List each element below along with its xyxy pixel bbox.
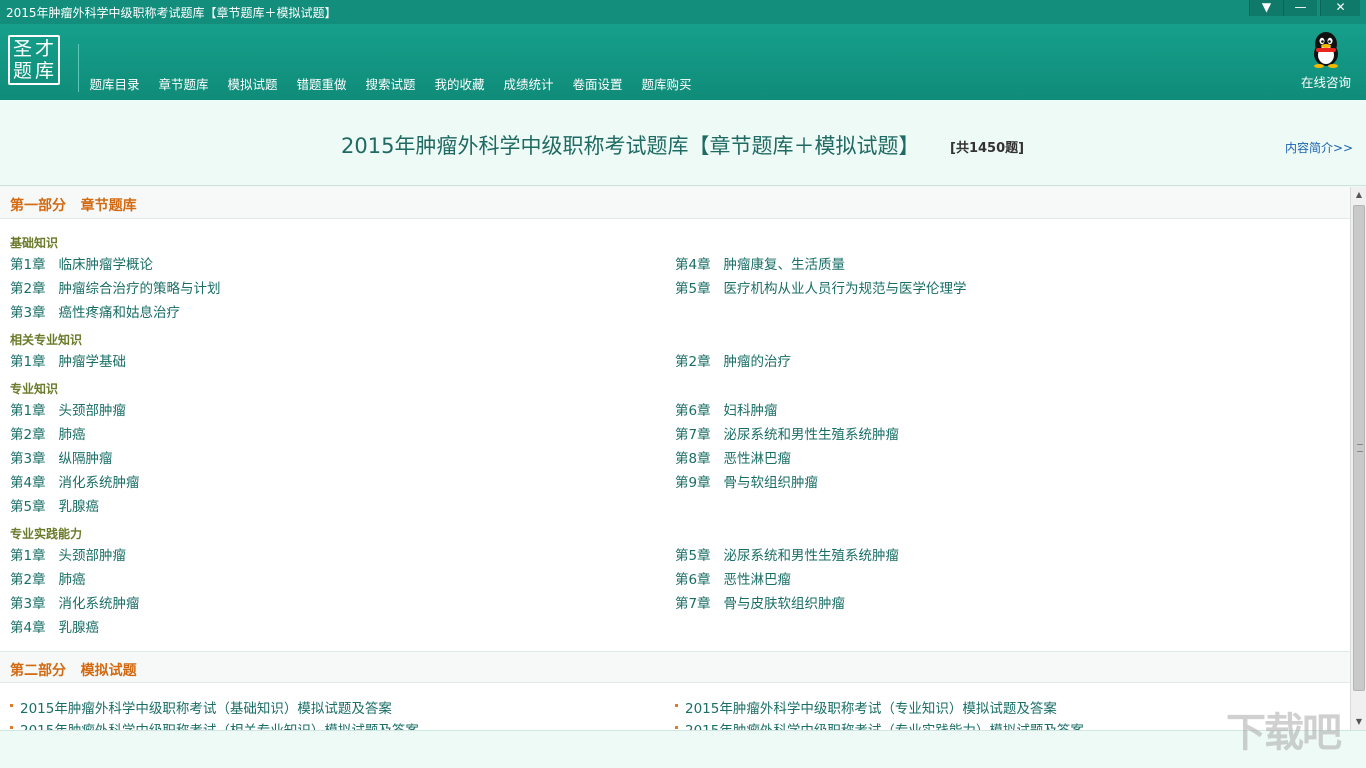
online-consult-label: 在线咨询 [1300, 75, 1351, 90]
category-title: 专业知识 [10, 382, 59, 396]
category-title: 基础知识 [10, 236, 59, 250]
chapter-link[interactable]: 第4章 消化系统肿瘤 [10, 471, 139, 491]
grip-icon [1357, 444, 1363, 452]
minimize-button[interactable]: — [1283, 0, 1317, 16]
content-panel: 第一部分 章节题库 基础知识 第1章 临床肿瘤学概论 第4章 肿瘤康复、生活质量 第2… [0, 187, 1350, 730]
chapter-link[interactable]: 第9章 骨与软组织肿瘤 [675, 471, 818, 491]
chapter-link[interactable]: 第8章 恶性淋巴瘤 [675, 447, 791, 467]
qq-penguin-icon [1310, 30, 1342, 68]
category-title: 专业实践能力 [10, 527, 83, 541]
logo-char: 库 [34, 60, 55, 82]
vertical-scrollbar[interactable]: ▲ ▼ [1350, 187, 1366, 730]
scroll-up-icon[interactable]: ▲ [1351, 187, 1366, 203]
chapter-link[interactable]: 第3章 消化系统肿瘤 [10, 592, 139, 612]
logo-char: 圣 [12, 38, 33, 60]
simulation-test-link[interactable]: 2015年肿瘤外科学中级职称考试（相关专业知识）模拟试题及答案 [10, 719, 419, 730]
chapter-link[interactable]: 第2章 肺癌 [10, 568, 85, 588]
logo-char: 才 [34, 38, 55, 60]
chapter-link[interactable]: 第1章 临床肿瘤学概论 [10, 253, 153, 273]
nav-item-7[interactable]: 卷面设置 [563, 74, 632, 93]
window-title: 2015年肿瘤外科学中级职称考试题库【章节题库＋模拟试题】 [6, 6, 337, 20]
simulation-test-link[interactable]: 2015年肿瘤外科学中级职称考试（专业知识）模拟试题及答案 [675, 697, 1057, 717]
page-title: 2015年肿瘤外科学中级职称考试题库【章节题库＋模拟试题】 [341, 134, 920, 158]
chapter-link[interactable]: 第4章 乳腺癌 [10, 616, 99, 636]
question-count: [共1450题] [950, 141, 1025, 156]
title-area: 2015年肿瘤外科学中级职称考试题库【章节题库＋模拟试题】 [共1450题] 内… [0, 100, 1366, 186]
main-nav: 题库目录 章节题库 模拟试题 错题重做 搜索试题 我的收藏 成绩统计 卷面设置 题库购买 [80, 74, 701, 93]
simulation-test-link[interactable]: 2015年肿瘤外科学中级职称考试（基础知识）模拟试题及答案 [10, 697, 392, 717]
chapter-link[interactable]: 第2章 肿瘤的治疗 [675, 350, 791, 370]
bullet-icon [675, 704, 678, 707]
nav-item-0[interactable]: 题库目录 [80, 74, 149, 93]
chapter-link[interactable]: 第5章 医疗机构从业人员行为规范与医学伦理学 [675, 277, 966, 297]
app-header: 圣才题库 题库目录 章节题库 模拟试题 错题重做 搜索试题 我的收藏 成绩统计 卷面设置 题库购… [0, 24, 1366, 100]
minimize-icon: — [1294, 0, 1307, 14]
bullet-icon [675, 726, 678, 729]
close-icon: ✕ [1335, 0, 1346, 14]
chapter-link[interactable]: 第5章 乳腺癌 [10, 495, 99, 515]
simulation-test-link[interactable]: 2015年肿瘤外科学中级职称考试（专业实践能力）模拟试题及答案 [675, 719, 1084, 730]
dropdown-icon: ▼ [1261, 0, 1272, 14]
online-consult-button[interactable]: 在线咨询 [1298, 30, 1354, 91]
chapter-link[interactable]: 第1章 头颈部肿瘤 [10, 544, 126, 564]
chapter-link[interactable]: 第2章 肺癌 [10, 423, 85, 443]
nav-item-4[interactable]: 搜索试题 [356, 74, 425, 93]
close-button[interactable]: ✕ [1320, 0, 1360, 16]
watermark-logo: 下载吧 [1226, 710, 1342, 756]
chapter-link[interactable]: 第3章 癌性疼痛和姑息治疗 [10, 301, 180, 321]
bullet-icon [10, 704, 13, 707]
scrollbar-thumb[interactable] [1353, 205, 1365, 691]
header-divider [78, 44, 79, 92]
nav-item-1[interactable]: 章节题库 [149, 74, 218, 93]
chapter-link[interactable]: 第5章 泌尿系统和男性生殖系统肿瘤 [675, 544, 899, 564]
chapter-link[interactable]: 第6章 恶性淋巴瘤 [675, 568, 791, 588]
nav-item-5[interactable]: 我的收藏 [425, 74, 494, 93]
chapter-link[interactable]: 第3章 纵隔肿瘤 [10, 447, 112, 467]
bottom-strip [0, 730, 1366, 768]
window-menu-button[interactable]: ▼ [1249, 0, 1283, 16]
chapter-link[interactable]: 第1章 肿瘤学基础 [10, 350, 126, 370]
chapter-link[interactable]: 第6章 妇科肿瘤 [675, 399, 777, 419]
part2-header: 第二部分 模拟试题 [0, 651, 1350, 683]
nav-item-8[interactable]: 题库购买 [632, 74, 701, 93]
content-intro-link[interactable]: 内容简介>> [1285, 139, 1353, 156]
app-logo: 圣才题库 [8, 35, 60, 85]
chapter-link[interactable]: 第2章 肿瘤综合治疗的策略与计划 [10, 277, 220, 297]
part2-title: 第二部分 模拟试题 [10, 663, 137, 679]
nav-item-2[interactable]: 模拟试题 [218, 74, 287, 93]
part1-header: 第一部分 章节题库 [0, 187, 1350, 219]
category-title: 相关专业知识 [10, 333, 83, 347]
nav-item-6[interactable]: 成绩统计 [494, 74, 563, 93]
scroll-down-icon[interactable]: ▼ [1351, 714, 1366, 730]
chapter-link[interactable]: 第7章 骨与皮肤软组织肿瘤 [675, 592, 845, 612]
title-bar: 2015年肿瘤外科学中级职称考试题库【章节题库＋模拟试题】 ▼ — ✕ [0, 0, 1366, 24]
chapter-link[interactable]: 第1章 头颈部肿瘤 [10, 399, 126, 419]
chapter-link[interactable]: 第7章 泌尿系统和男性生殖系统肿瘤 [675, 423, 899, 443]
nav-item-3[interactable]: 错题重做 [287, 74, 356, 93]
part1-title: 第一部分 章节题库 [10, 198, 137, 214]
logo-char: 题 [12, 60, 33, 82]
bullet-icon [10, 726, 13, 729]
chapter-link[interactable]: 第4章 肿瘤康复、生活质量 [675, 253, 845, 273]
